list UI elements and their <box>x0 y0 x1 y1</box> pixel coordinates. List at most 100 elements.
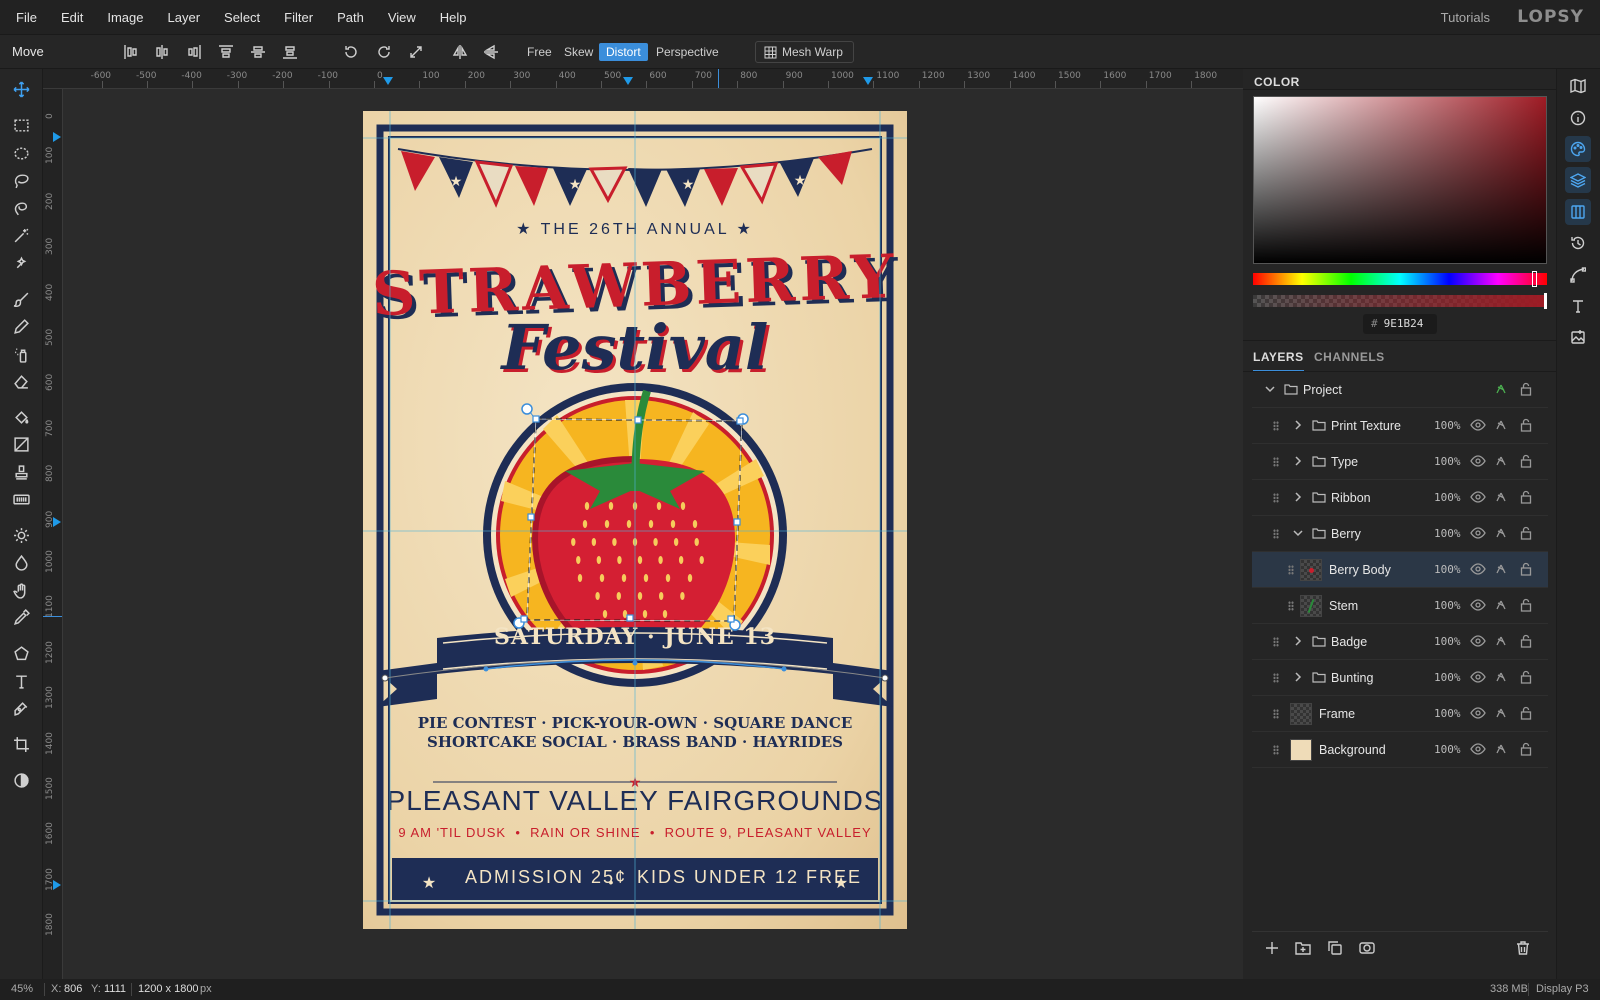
dodge-icon[interactable] <box>8 523 34 547</box>
layer-group-project[interactable]: Project <box>1252 372 1548 408</box>
quick-select-icon[interactable] <box>8 251 34 275</box>
flip-horizontal-icon[interactable] <box>449 41 471 63</box>
layer-opacity[interactable]: 100% <box>1434 599 1461 612</box>
menu-file[interactable]: File <box>0 10 49 25</box>
character-icon[interactable] <box>1565 293 1591 319</box>
layer-row-background[interactable]: Background 100% <box>1252 732 1548 768</box>
marquee-rect-icon[interactable] <box>8 113 34 137</box>
menu-layer[interactable]: Layer <box>156 10 213 25</box>
menu-path[interactable]: Path <box>325 10 376 25</box>
poster-canvas[interactable]: ★ ★ ★ ★ ★ ★ ★ • ★ THE 26TH ANNUAL ★ STRA… <box>363 111 907 929</box>
layer-opacity[interactable]: 100% <box>1434 455 1461 468</box>
drag-handle-icon[interactable] <box>1273 637 1279 647</box>
align-vcenter-icon[interactable] <box>247 41 269 63</box>
drag-handle-icon[interactable] <box>1273 709 1279 719</box>
drag-handle-icon[interactable] <box>1273 745 1279 755</box>
mode-free[interactable]: Free <box>520 43 559 61</box>
text-tool-icon[interactable] <box>8 669 34 693</box>
layer-opacity[interactable]: 100% <box>1434 635 1461 648</box>
eye-icon[interactable] <box>1470 598 1486 612</box>
eye-icon[interactable] <box>1470 706 1486 720</box>
stamp-icon[interactable] <box>8 460 34 484</box>
fx-icon[interactable] <box>1494 634 1508 648</box>
layer-row-stem[interactable]: Stem 100% <box>1252 588 1548 624</box>
chevron-down-icon[interactable] <box>1292 527 1304 539</box>
hue-slider-handle[interactable] <box>1532 271 1537 287</box>
layer-row-bunting[interactable]: Bunting 100% <box>1252 660 1548 696</box>
layer-row-berry-body[interactable]: Berry Body 100% <box>1252 552 1548 588</box>
eye-icon[interactable] <box>1470 418 1486 432</box>
menu-edit[interactable]: Edit <box>49 10 95 25</box>
burn-icon[interactable] <box>8 550 34 574</box>
layers-icon[interactable] <box>1565 167 1591 193</box>
eraser-icon[interactable] <box>8 369 34 393</box>
new-group-icon[interactable] <box>1295 940 1311 956</box>
transform-bounding-box[interactable] <box>513 403 749 631</box>
fx-icon[interactable] <box>1494 382 1508 396</box>
align-top-icon[interactable] <box>215 41 237 63</box>
align-right-icon[interactable] <box>183 41 205 63</box>
alpha-slider-handle[interactable] <box>1544 293 1547 309</box>
unlock-icon[interactable] <box>1520 490 1532 504</box>
shape-icon[interactable] <box>8 641 34 665</box>
drag-handle-icon[interactable] <box>1273 673 1279 683</box>
chevron-down-icon[interactable] <box>1264 383 1276 395</box>
spray-icon[interactable] <box>8 342 34 366</box>
menu-select[interactable]: Select <box>212 10 272 25</box>
mask-icon[interactable] <box>1359 940 1375 956</box>
scale-icon[interactable] <box>405 41 427 63</box>
color-picker-field[interactable] <box>1253 96 1547 264</box>
layer-row-ribbon[interactable]: Ribbon 100% <box>1252 480 1548 516</box>
layer-row-badge[interactable]: Badge 100% <box>1252 624 1548 660</box>
channels-icon[interactable] <box>1565 199 1591 225</box>
tab-layers[interactable]: LAYERS <box>1253 350 1304 372</box>
unlock-icon[interactable] <box>1520 418 1532 432</box>
duplicate-layer-icon[interactable] <box>1327 940 1343 956</box>
ruler-top[interactable]: -600 -500 -400 -300 -200 -100 0 100 200 300 400 500… <box>43 69 1243 89</box>
align-bottom-icon[interactable] <box>279 41 301 63</box>
eye-icon[interactable] <box>1470 454 1486 468</box>
unlock-icon[interactable] <box>1520 634 1532 648</box>
eye-icon[interactable] <box>1470 742 1486 756</box>
guide-marker[interactable] <box>53 132 61 142</box>
chevron-right-icon[interactable] <box>1292 491 1304 503</box>
unlock-icon[interactable] <box>1520 598 1532 612</box>
crop-icon[interactable] <box>8 732 34 756</box>
alpha-slider[interactable] <box>1253 295 1547 307</box>
mesh-warp-button[interactable]: Mesh Warp <box>755 41 854 63</box>
align-left-icon[interactable] <box>120 41 142 63</box>
unlock-icon[interactable] <box>1520 706 1532 720</box>
contrast-icon[interactable] <box>8 768 34 792</box>
menu-image[interactable]: Image <box>95 10 155 25</box>
ruler-left[interactable]: 0 100 200 300 400 500 600 700 800 900 1000 1100 1200… <box>43 89 63 979</box>
guide-marker[interactable] <box>53 880 61 890</box>
drag-handle-icon[interactable] <box>1273 529 1279 539</box>
unlock-icon[interactable] <box>1520 742 1532 756</box>
info-icon[interactable] <box>1565 105 1591 131</box>
paths-icon[interactable] <box>1565 262 1591 288</box>
image-adjust-icon[interactable] <box>1565 324 1591 350</box>
zoom-level[interactable]: 45% <box>11 983 33 995</box>
layer-opacity[interactable]: 100% <box>1434 419 1461 432</box>
eye-icon[interactable] <box>1470 526 1486 540</box>
magic-wand-icon[interactable] <box>8 223 34 247</box>
drag-handle-icon[interactable] <box>1273 457 1279 467</box>
magnetic-lasso-icon[interactable] <box>8 196 34 220</box>
drag-handle-icon[interactable] <box>1288 565 1294 575</box>
fx-icon[interactable] <box>1494 742 1508 756</box>
add-layer-icon[interactable] <box>1264 940 1280 956</box>
chevron-right-icon[interactable] <box>1292 455 1304 467</box>
navigator-icon[interactable] <box>1565 73 1591 99</box>
eye-icon[interactable] <box>1470 562 1486 576</box>
delete-layer-icon[interactable] <box>1515 940 1531 956</box>
tutorials-link[interactable]: Tutorials <box>1441 10 1490 25</box>
unlock-icon[interactable] <box>1520 526 1532 540</box>
menu-view[interactable]: View <box>376 10 428 25</box>
guide-marker[interactable] <box>383 77 393 85</box>
drag-handle-icon[interactable] <box>1273 421 1279 431</box>
fx-icon[interactable] <box>1494 598 1508 612</box>
guide-marker[interactable] <box>53 517 61 527</box>
drag-handle-icon[interactable] <box>1288 601 1294 611</box>
move-tool-icon[interactable] <box>8 77 34 101</box>
hex-input[interactable]: #9E1B24 <box>1363 314 1437 334</box>
